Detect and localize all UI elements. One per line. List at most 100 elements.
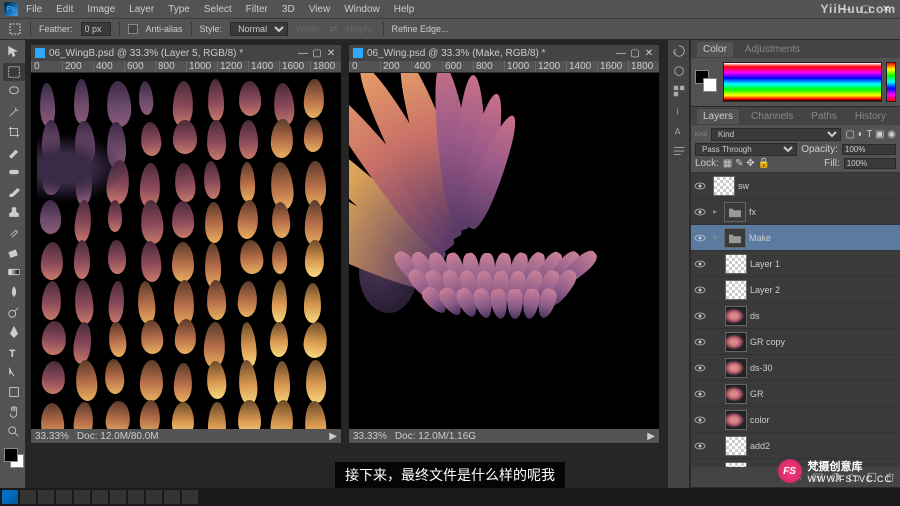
visibility-icon[interactable]	[693, 179, 707, 193]
menu-3d[interactable]: 3D	[276, 2, 301, 17]
para-tab-icon[interactable]	[670, 142, 687, 160]
color-swatches[interactable]	[2, 446, 23, 470]
layer-row[interactable]: ▸fx	[691, 199, 900, 225]
layer-name[interactable]: add2	[750, 441, 898, 451]
menu-layer[interactable]: Layer	[123, 2, 160, 17]
eyedropper-tool[interactable]	[3, 143, 25, 161]
menu-file[interactable]: File	[20, 2, 48, 17]
opacity-input[interactable]	[842, 144, 896, 155]
visibility-icon[interactable]	[693, 257, 707, 271]
panel-swatches[interactable]	[695, 70, 719, 94]
doc1-canvas[interactable]	[31, 73, 341, 429]
visibility-icon[interactable]	[693, 413, 707, 427]
layer-row[interactable]: ds-30	[691, 355, 900, 381]
disclosure-icon[interactable]: ▾	[713, 233, 721, 242]
hue-bar[interactable]	[886, 62, 896, 102]
layer-name[interactable]: Layer 1	[750, 259, 898, 269]
doc2-close-icon[interactable]: ✕	[643, 48, 655, 59]
menu-edit[interactable]: Edit	[50, 2, 79, 17]
menu-select[interactable]: Select	[198, 2, 238, 17]
wand-tool[interactable]	[3, 103, 25, 121]
gradient-tool[interactable]	[3, 263, 25, 281]
doc2-canvas[interactable]	[349, 73, 659, 429]
taskbar-item[interactable]	[38, 490, 54, 504]
swatch-tab-icon[interactable]	[670, 82, 687, 100]
crop-tool[interactable]	[3, 123, 25, 141]
layer-name[interactable]: GR copy	[750, 337, 898, 347]
fill-input[interactable]	[844, 158, 896, 169]
doc1-max-icon[interactable]: ▢	[311, 48, 323, 59]
brush-tab-icon[interactable]	[670, 62, 687, 80]
antialias-checkbox[interactable]	[128, 24, 138, 34]
layer-name[interactable]: sw	[738, 181, 898, 191]
hand-tool[interactable]	[3, 403, 25, 421]
pen-tool[interactable]	[3, 323, 25, 341]
layer-row[interactable]: add2	[691, 433, 900, 459]
kind-select[interactable]: Kind	[711, 128, 841, 141]
blend-mode-select[interactable]: Pass Through	[695, 143, 797, 156]
layer-row[interactable]: GR copy	[691, 329, 900, 355]
taskbar[interactable]	[0, 488, 900, 506]
layer-row[interactable]: sw	[691, 173, 900, 199]
history-brush-tool[interactable]	[3, 223, 25, 241]
layer-row[interactable]: ▾Make	[691, 225, 900, 251]
stamp-tool[interactable]	[3, 203, 25, 221]
paths-tab[interactable]: Paths	[805, 109, 843, 124]
dodge-tool[interactable]	[3, 303, 25, 321]
visibility-icon[interactable]	[693, 231, 707, 245]
filter-icons[interactable]: ▢ ◐ T ▣ ◉	[845, 129, 896, 140]
taskbar-item[interactable]	[164, 490, 180, 504]
taskbar-item[interactable]	[128, 490, 144, 504]
visibility-icon[interactable]	[693, 205, 707, 219]
channels-tab[interactable]: Channels	[745, 109, 799, 124]
layer-name[interactable]: color	[750, 415, 898, 425]
layer-row[interactable]: Layer 2	[691, 277, 900, 303]
path-tool[interactable]	[3, 363, 25, 381]
doc1-titlebar[interactable]: 06_WingB.psd @ 33.3% (Layer 5, RGB/8) * …	[31, 45, 341, 61]
layer-row[interactable]: color	[691, 407, 900, 433]
type-tool[interactable]: T	[3, 343, 25, 361]
blur-tool[interactable]	[3, 283, 25, 301]
layer-name[interactable]: ds-30	[750, 363, 898, 373]
menu-help[interactable]: Help	[388, 2, 421, 17]
taskbar-item[interactable]	[20, 490, 36, 504]
visibility-icon[interactable]	[693, 283, 707, 297]
taskbar-item[interactable]	[110, 490, 126, 504]
adjustments-tab[interactable]: Adjustments	[739, 42, 806, 57]
layer-name[interactable]: fx	[749, 207, 898, 217]
visibility-icon[interactable]	[693, 361, 707, 375]
layer-name[interactable]: Layer 2	[750, 285, 898, 295]
taskbar-item[interactable]	[56, 490, 72, 504]
doc2-zoom[interactable]: 33.33%	[353, 431, 387, 442]
visibility-icon[interactable]	[693, 335, 707, 349]
eraser-tool[interactable]	[3, 243, 25, 261]
taskbar-item[interactable]	[146, 490, 162, 504]
taskbar-item[interactable]	[92, 490, 108, 504]
doc2-min-icon[interactable]: —	[615, 48, 627, 59]
lock-icons[interactable]: ▦ ✎ ✥ 🔒	[723, 158, 770, 169]
menu-image[interactable]: Image	[81, 2, 121, 17]
layer-list[interactable]: sw▸fx▾MakeLayer 1Layer 2dsGR copyds-30GR…	[691, 173, 900, 467]
char-tab-icon[interactable]: A	[670, 122, 687, 140]
layer-row[interactable]: GR	[691, 381, 900, 407]
shape-tool[interactable]	[3, 383, 25, 401]
history-tab[interactable]: History	[849, 109, 892, 124]
menu-type[interactable]: Type	[162, 2, 196, 17]
visibility-icon[interactable]	[693, 309, 707, 323]
brush-tool[interactable]	[3, 183, 25, 201]
visibility-icon[interactable]	[693, 387, 707, 401]
feather-input[interactable]	[81, 22, 111, 36]
layer-row[interactable]: Layer 1	[691, 251, 900, 277]
doc2-titlebar[interactable]: 06_Wing.psd @ 33.3% (Make, RGB/8) * —▢✕	[349, 45, 659, 61]
layers-tab[interactable]: Layers	[697, 109, 739, 124]
doc1-min-icon[interactable]: —	[297, 48, 309, 59]
history-tab-icon[interactable]	[670, 42, 687, 60]
zoom-tool[interactable]	[3, 423, 25, 441]
color-tab[interactable]: Color	[697, 42, 733, 57]
refine-edge-button[interactable]: Refine Edge...	[392, 24, 449, 34]
layer-name[interactable]: GR	[750, 389, 898, 399]
doc1-close-icon[interactable]: ✕	[325, 48, 337, 59]
taskbar-item[interactable]	[182, 490, 198, 504]
heal-tool[interactable]	[3, 163, 25, 181]
color-ramp[interactable]	[723, 62, 882, 102]
